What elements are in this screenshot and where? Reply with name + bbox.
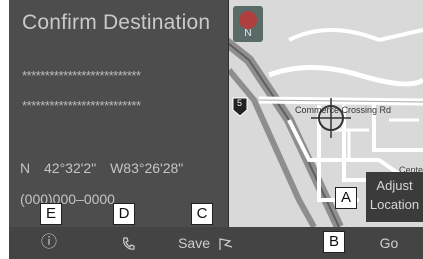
phone-number: (000)000–0000	[20, 191, 115, 207]
call-button[interactable]	[109, 227, 149, 259]
save-button[interactable]: Save	[171, 227, 241, 259]
route-shield-label: 5	[237, 98, 243, 108]
longitude: W83°26'28"	[110, 160, 184, 176]
callout-e: E	[40, 203, 62, 225]
address-line-1: **************************	[22, 68, 141, 83]
address-line-2: **************************	[22, 98, 141, 113]
info-button[interactable]: ⓘ	[29, 227, 69, 259]
go-button[interactable]: Go	[364, 227, 414, 259]
adjust-location-button[interactable]: Adjust Location	[366, 172, 423, 222]
compass-label: N	[244, 28, 252, 39]
save-label: Save	[178, 235, 211, 251]
compass-needle-icon	[239, 11, 257, 29]
callout-c: C	[191, 203, 213, 225]
bottom-action-bar: ⓘ Save Go	[9, 227, 423, 259]
callout-d: D	[113, 203, 135, 225]
phone-icon	[123, 237, 135, 251]
latitude: N 42°32'2"	[20, 160, 97, 176]
compass-icon[interactable]: N	[233, 6, 263, 42]
street-label: Commerce Crossing Rd	[295, 105, 392, 115]
info-icon: ⓘ	[40, 234, 57, 251]
callout-a: A	[335, 187, 357, 209]
flag-icon	[219, 238, 233, 251]
navigation-screen: Confirm Destination ********************…	[9, 0, 423, 259]
destination-info-panel: Confirm Destination ********************…	[9, 0, 229, 227]
callout-b: B	[323, 231, 345, 253]
page-title: Confirm Destination	[22, 11, 211, 34]
coordinates: N 42°32'2" W83°26'28"	[20, 160, 183, 176]
